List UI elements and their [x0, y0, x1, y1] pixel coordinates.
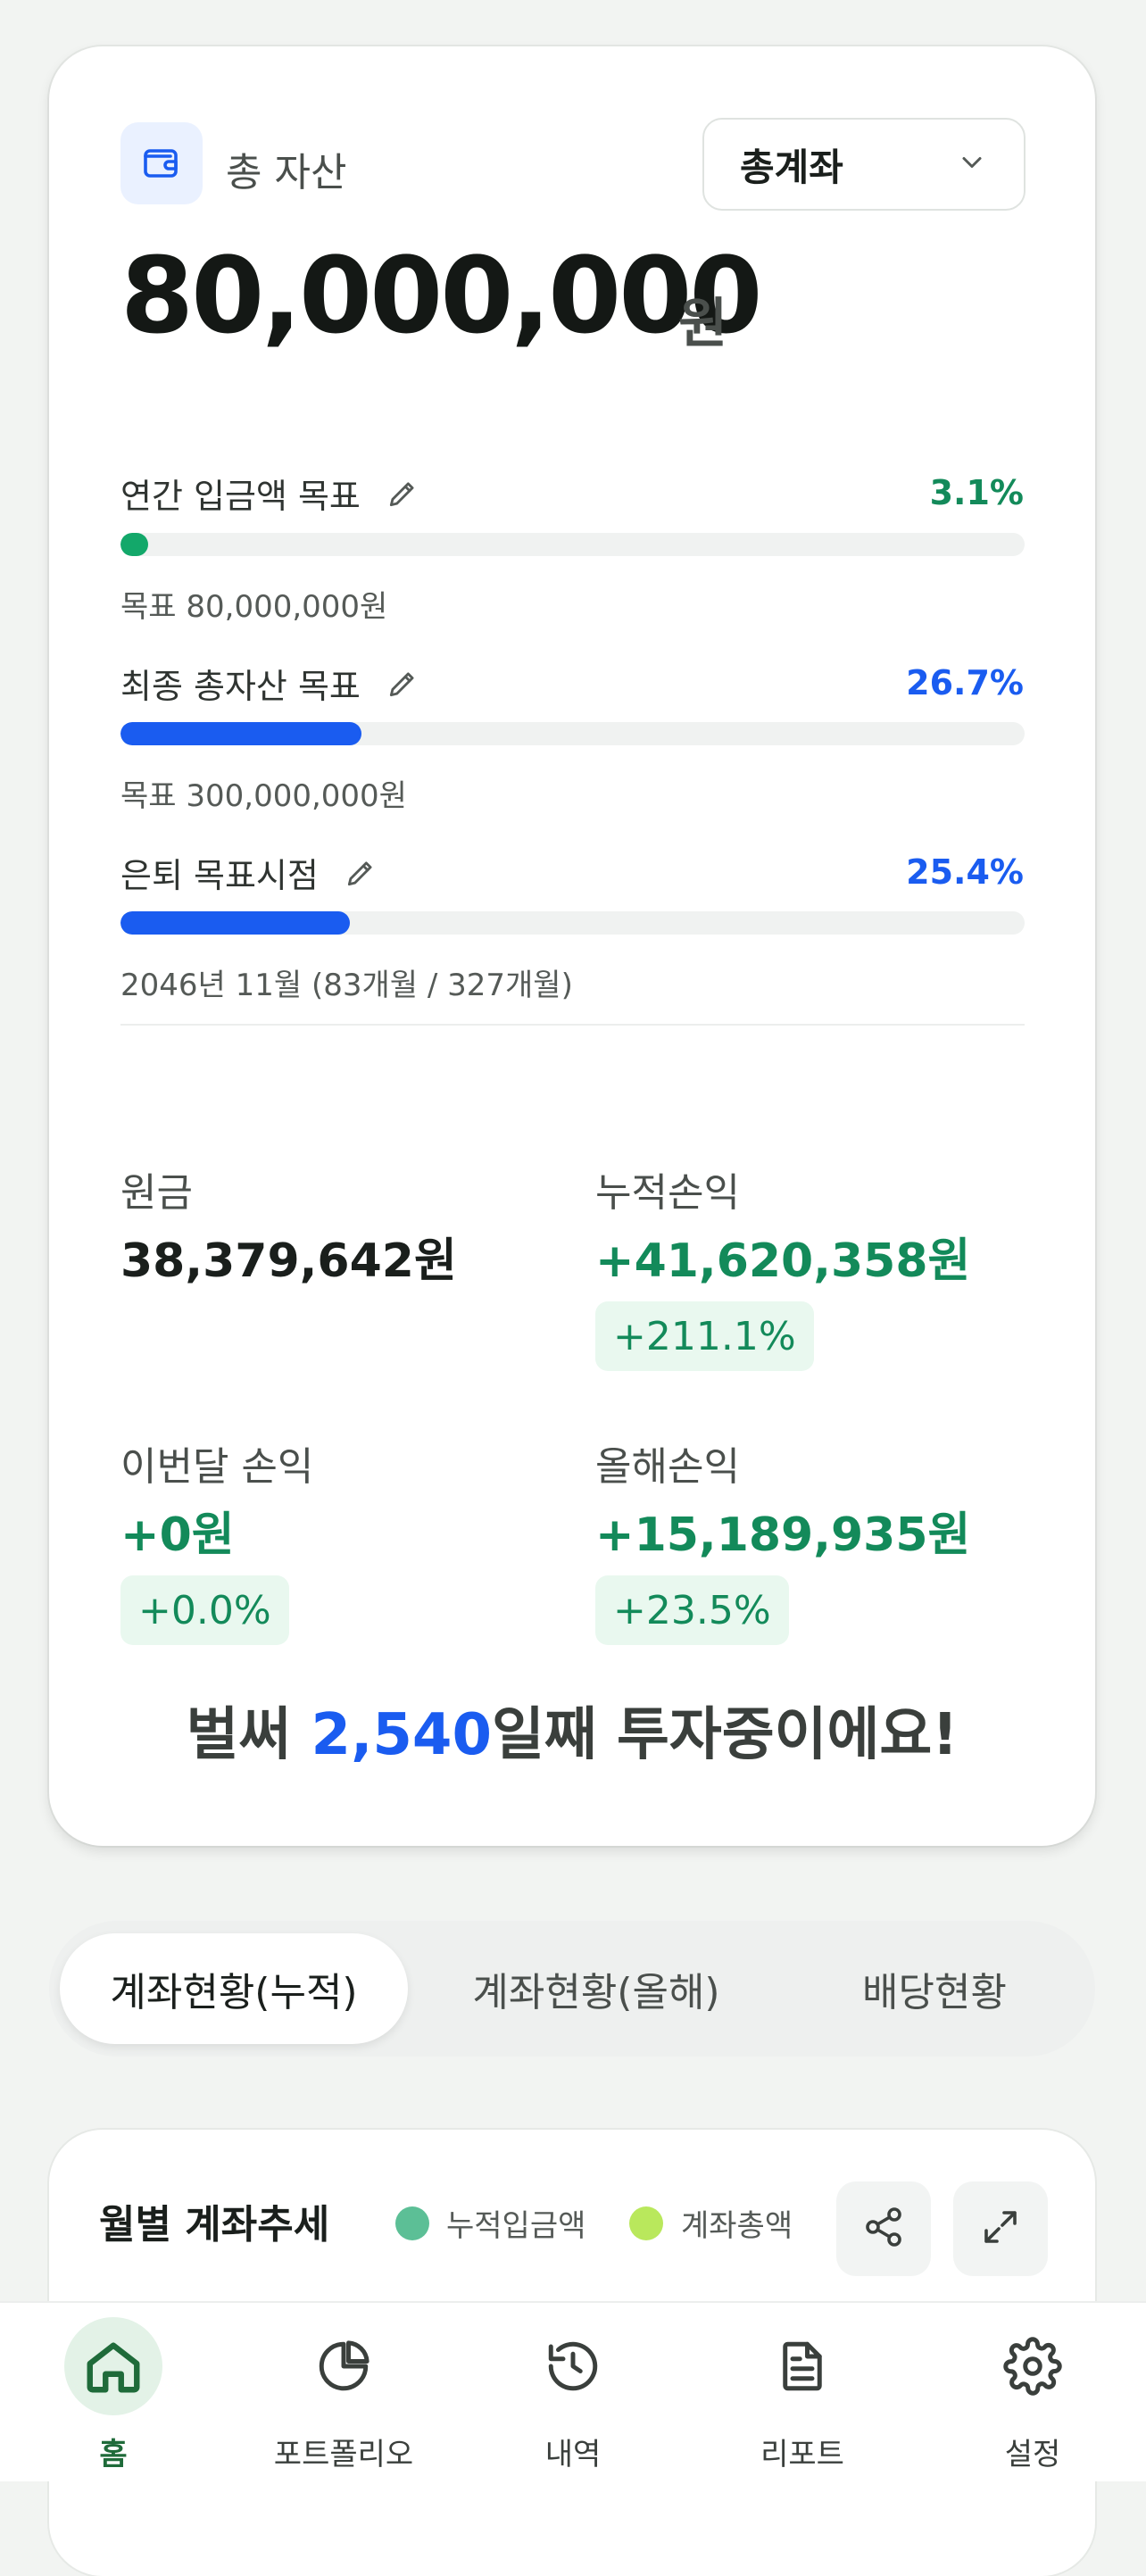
goal-percent: 25.4% — [906, 852, 1024, 892]
year-pl-value: +15,189,935원 — [595, 1508, 971, 1562]
cumulative-pl-label: 누적손익 — [595, 1170, 740, 1216]
nav-home[interactable]: 홈 — [24, 2303, 203, 2481]
month-pl-label: 이번달 손익 — [120, 1444, 314, 1490]
bottom-navigation: 홈 포트폴리오 내역 리포트 설정 — [0, 2301, 1146, 2481]
investing-days-prefix: 벌써 — [186, 1702, 311, 1768]
pencil-icon[interactable] — [386, 477, 419, 511]
pie-chart-icon — [295, 2317, 393, 2415]
legend-dot-total — [629, 2206, 663, 2240]
cumulative-pl-value: +41,620,358원 — [595, 1234, 971, 1288]
document-icon — [753, 2317, 851, 2415]
goal-sub-text: 목표 300,000,000원 — [120, 778, 407, 814]
tab-dividends[interactable]: 배당현황 — [785, 1933, 1084, 2044]
goal-sub-text: 목표 80,000,000원 — [120, 589, 388, 625]
account-status-tabs: 계좌현황(누적) 계좌현황(올해) 배당현황 — [49, 1921, 1095, 2057]
nav-label: 리포트 — [760, 2437, 844, 2472]
total-assets-amount: 80,000,000 — [120, 234, 762, 357]
history-icon — [524, 2317, 622, 2415]
month-pl-value: +0원 — [120, 1508, 235, 1562]
year-pl-label: 올해손익 — [595, 1444, 740, 1490]
investing-days-count: 2,540 — [311, 1702, 492, 1768]
total-assets-unit: 원 — [678, 293, 728, 355]
goal-percent: 3.1% — [929, 473, 1024, 512]
goal-progress-track — [120, 533, 1025, 556]
divider — [120, 1024, 1025, 1026]
total-assets-label: 총 자산 — [226, 150, 347, 195]
investing-days-message: 벌써 2,540일째 투자중이에요! — [49, 1689, 1095, 1771]
expand-icon — [979, 2206, 1022, 2252]
goal-label: 최종 총자산 목표 — [120, 667, 361, 706]
goal-progress-track — [120, 911, 1025, 935]
tab-cumulative[interactable]: 계좌현황(누적) — [60, 1933, 408, 2044]
nav-label: 포트폴리오 — [273, 2437, 414, 2472]
chevron-down-icon — [956, 146, 988, 182]
share-icon — [862, 2206, 905, 2252]
goal-annual-deposit: 연간 입금액 목표 — [120, 469, 419, 518]
nav-settings[interactable]: 설정 — [943, 2303, 1122, 2481]
account-select[interactable]: 총계좌 — [702, 118, 1026, 211]
legend-deposit-label: 누적입금액 — [446, 2208, 586, 2244]
pencil-icon[interactable] — [386, 667, 419, 701]
goal-label: 연간 입금액 목표 — [120, 477, 361, 516]
goal-progress-fill — [120, 911, 351, 935]
goal-progress-fill — [120, 533, 149, 556]
nav-portfolio[interactable]: 포트폴리오 — [254, 2303, 433, 2481]
nav-label: 내역 — [544, 2437, 602, 2472]
share-button[interactable] — [836, 2181, 931, 2276]
year-pl-percent: +23.5% — [595, 1575, 789, 1645]
pencil-icon[interactable] — [344, 856, 378, 890]
account-select-value: 총계좌 — [740, 145, 843, 189]
wallet-icon — [120, 122, 203, 204]
expand-button[interactable] — [953, 2181, 1048, 2276]
monthly-trend-title: 월별 계좌추세 — [99, 2202, 330, 2248]
month-pl-percent: +0.0% — [120, 1575, 289, 1645]
nav-label: 홈 — [99, 2437, 128, 2472]
goal-sub-text: 2046년 11월 (83개월 / 327개월) — [120, 968, 573, 1003]
legend-total-label: 계좌총액 — [681, 2208, 793, 2244]
asset-summary-card: 총 자산 총계좌 80,000,000 원 연간 입금액 목표 3.1% 목표 … — [49, 46, 1095, 1846]
goal-final-asset: 최종 총자산 목표 — [120, 659, 419, 708]
goal-progress-fill — [120, 722, 362, 745]
goal-retirement: 은퇴 목표시점 — [120, 848, 378, 897]
investing-days-suffix: 일째 투자중이에요! — [491, 1702, 959, 1768]
principal-label: 원금 — [120, 1170, 193, 1216]
home-icon — [64, 2317, 162, 2415]
goal-label: 은퇴 목표시점 — [120, 856, 319, 895]
principal-value: 38,379,642원 — [120, 1234, 457, 1288]
cumulative-pl-percent: +211.1% — [595, 1301, 814, 1371]
goal-progress-track — [120, 722, 1025, 745]
tab-this-year[interactable]: 계좌현황(올해) — [422, 1933, 770, 2044]
nav-report[interactable]: 리포트 — [713, 2303, 892, 2481]
nav-history[interactable]: 내역 — [484, 2303, 662, 2481]
nav-label: 설정 — [1004, 2437, 1061, 2472]
legend-dot-deposit — [395, 2206, 429, 2240]
gear-icon — [984, 2317, 1082, 2415]
goal-percent: 26.7% — [906, 663, 1024, 702]
